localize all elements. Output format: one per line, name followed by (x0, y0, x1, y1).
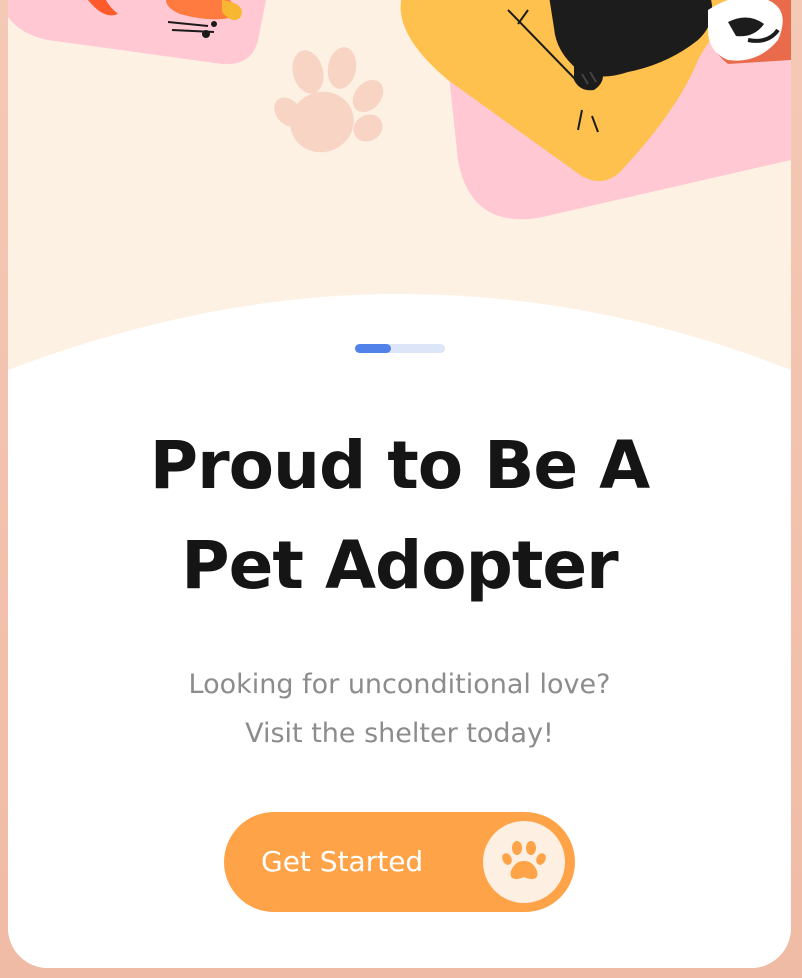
title-line-2: Pet Adopter (181, 527, 618, 604)
right-pet-card (400, 0, 791, 220)
page-indicator (355, 344, 445, 353)
content-sheet: Proud to Be A Pet Adopter Looking for un… (8, 294, 791, 968)
subtitle-line-1: Looking for unconditional love? (188, 669, 611, 700)
get-started-label: Get Started (261, 845, 424, 878)
left-pet-card (8, 0, 266, 65)
cta-knob[interactable] (483, 821, 565, 903)
page-title: Proud to Be A Pet Adopter (8, 416, 791, 616)
page-indicator-active (355, 344, 391, 353)
page-subtitle: Looking for unconditional love? Visit th… (8, 660, 791, 758)
background-paw-icon (274, 47, 384, 153)
subtitle-line-2: Visit the shelter today! (245, 718, 554, 749)
get-started-button[interactable]: Get Started (224, 812, 575, 912)
title-line-1: Proud to Be A (149, 427, 650, 504)
device-frame: Proud to Be A Pet Adopter Looking for un… (0, 0, 802, 978)
onboarding-screen: Proud to Be A Pet Adopter Looking for un… (8, 0, 791, 968)
paw-icon (502, 841, 546, 879)
